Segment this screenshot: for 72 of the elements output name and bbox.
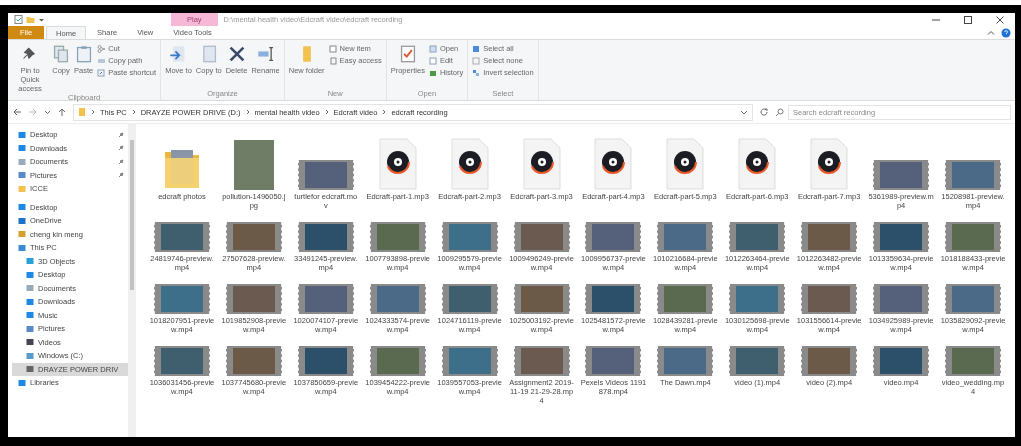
photo-placeholder: [233, 140, 274, 190]
video-thumbnail: [369, 346, 426, 376]
video-thumbnail: [513, 346, 570, 376]
audio-file-icon: [378, 138, 417, 190]
video-thumbnail: [441, 284, 498, 314]
video-thumbnail: [369, 222, 426, 252]
video-thumbnail: [513, 284, 570, 314]
caret-icon[interactable]: [740, 108, 748, 116]
checkmark-page-icon[interactable]: [14, 15, 23, 24]
audio-file-icon: [522, 138, 561, 190]
audio-file-icon: [666, 138, 705, 190]
history-icon: [428, 68, 437, 77]
video-thumbnail: [657, 222, 714, 252]
scrollbar[interactable]: [128, 124, 136, 437]
video-thumbnail: [297, 222, 354, 252]
video-thumbnail: [801, 222, 858, 252]
video-thumbnail: [153, 346, 210, 376]
video-thumbnail: [873, 346, 930, 376]
video-thumbnail: [873, 160, 930, 190]
video-thumbnail: [225, 222, 282, 252]
video-thumbnail: [873, 284, 930, 314]
video-thumbnail: [153, 284, 210, 314]
copy-icon: [52, 45, 70, 63]
video-thumbnail: [513, 222, 570, 252]
video-thumbnail: [873, 222, 930, 252]
invert-selection-icon: [472, 68, 481, 77]
video-thumbnail: [945, 346, 1002, 376]
chevron-icon: [244, 108, 251, 116]
maximize-icon[interactable]: [963, 14, 973, 25]
video-thumbnail: [729, 284, 786, 314]
video-thumbnail: [297, 284, 354, 314]
select-all-icon: [472, 44, 481, 53]
video-thumbnail: [945, 160, 1002, 190]
video-thumbnail: [441, 346, 498, 376]
video-thumbnail: [801, 284, 858, 314]
rename-icon: [256, 45, 275, 63]
video-thumbnail: [945, 284, 1002, 314]
chevron-icon: [381, 108, 388, 116]
video-thumbnail: [297, 346, 354, 376]
folder-icon: [78, 107, 86, 117]
video-thumbnail: [225, 346, 282, 376]
search-icon: [775, 107, 784, 117]
video-thumbnail: [657, 284, 714, 314]
audio-file-icon: [594, 138, 633, 190]
video-thumbnail: [369, 284, 426, 314]
clipboard-icon: [74, 45, 93, 63]
video-thumbnail: [441, 222, 498, 252]
close-icon[interactable]: [995, 14, 1005, 25]
back-arrow-icon[interactable]: [12, 107, 22, 117]
video-thumbnail: [153, 222, 210, 252]
chevron-icon: [323, 108, 330, 116]
video-thumbnail: [297, 160, 354, 190]
video-thumbnail: [585, 284, 642, 314]
video-thumbnail: [585, 346, 642, 376]
video-thumbnail: [729, 222, 786, 252]
audio-file-icon: [810, 138, 849, 190]
video-thumbnail: [225, 284, 282, 314]
chevron-icon: [90, 108, 96, 116]
video-thumbnail: [945, 222, 1002, 252]
scissors-icon: [97, 44, 106, 53]
audio-file-icon: [738, 138, 777, 190]
help-icon[interactable]: [1001, 27, 1011, 38]
video-thumbnail: [585, 222, 642, 252]
chevron-icon: [130, 108, 137, 116]
video-thumbnail: [657, 346, 714, 376]
refresh-icon[interactable]: [759, 107, 769, 117]
audio-file-icon: [450, 138, 489, 190]
video-thumbnail: [801, 346, 858, 376]
properties-icon: [398, 45, 417, 63]
delete-icon: [227, 45, 246, 63]
video-thumbnail: [729, 346, 786, 376]
up-arrow-icon[interactable]: [57, 107, 67, 117]
